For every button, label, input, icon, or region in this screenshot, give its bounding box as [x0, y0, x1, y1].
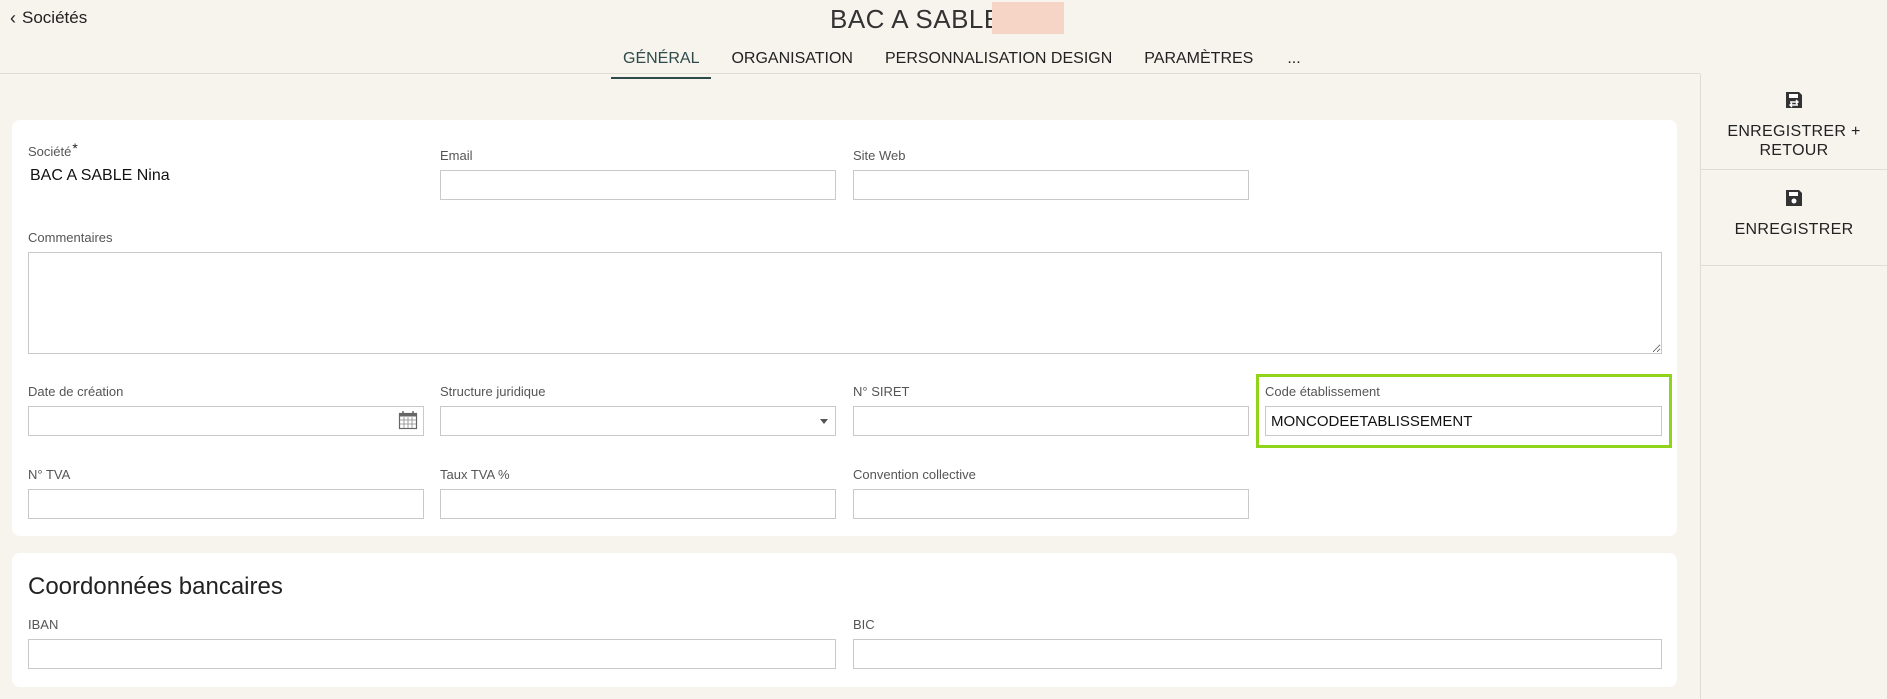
- code-etablissement-highlight: [1256, 374, 1672, 448]
- required-mark: *: [72, 140, 78, 156]
- tab-more[interactable]: ...: [1273, 48, 1312, 79]
- commentaires-field: Commentaires: [28, 230, 1662, 359]
- date-creation-input[interactable]: [28, 406, 424, 436]
- iban-input[interactable]: [28, 639, 836, 669]
- general-info-card: Société* BAC A SABLE Nina Email Site Web…: [12, 120, 1677, 536]
- convention-label: Convention collective: [853, 467, 976, 482]
- commentaires-textarea[interactable]: [28, 252, 1662, 354]
- tva-label: N° TVA: [28, 467, 71, 482]
- bank-details-card: Coordonnées bancaires IBAN BIC: [12, 553, 1677, 687]
- tab-personnalisation-design[interactable]: PERSONNALISATION DESIGN: [873, 48, 1124, 79]
- convention-field: Convention collective: [853, 467, 1249, 519]
- action-panel: ENREGISTRER + RETOUR ENREGISTRER: [1700, 74, 1887, 699]
- iban-label: IBAN: [28, 617, 59, 632]
- commentaires-label: Commentaires: [28, 230, 113, 245]
- save-icon: [1786, 190, 1802, 206]
- structure-juridique-label: Structure juridique: [440, 384, 546, 399]
- calendar-icon[interactable]: [398, 410, 418, 430]
- back-link-label: Sociétés: [22, 8, 88, 27]
- siret-field: N° SIRET: [853, 384, 1249, 436]
- iban-field: IBAN: [28, 617, 836, 669]
- site-web-input[interactable]: [853, 170, 1249, 200]
- save-return-label-1: ENREGISTRER +: [1727, 123, 1861, 140]
- siret-label: N° SIRET: [853, 384, 910, 399]
- email-input[interactable]: [440, 170, 836, 200]
- page-title: BAC A SABLE: [830, 4, 1002, 34]
- bic-label: BIC: [853, 617, 875, 632]
- email-label: Email: [440, 148, 473, 163]
- structure-juridique-field: Structure juridique: [440, 384, 836, 436]
- date-creation-label: Date de création: [28, 384, 124, 399]
- tab-parametres[interactable]: PARAMÈTRES: [1132, 48, 1265, 79]
- site-web-field: Site Web: [853, 148, 1249, 200]
- title-badge: [992, 2, 1064, 34]
- structure-juridique-select[interactable]: [440, 406, 836, 436]
- email-field: Email: [440, 148, 836, 200]
- structure-juridique-value: [440, 406, 836, 436]
- tva-field: N° TVA: [28, 467, 424, 519]
- bank-section-title: Coordonnées bancaires: [28, 573, 283, 600]
- taux-tva-label: Taux TVA %: [440, 467, 510, 482]
- societe-field: Société* BAC A SABLE Nina: [28, 140, 424, 185]
- save-label: ENREGISTRER: [1734, 221, 1854, 238]
- societe-label: Société: [28, 144, 72, 159]
- tva-input[interactable]: [28, 489, 424, 519]
- convention-input[interactable]: [853, 489, 1249, 519]
- save-return-icon: [1786, 92, 1802, 108]
- save-and-return-button[interactable]: ENREGISTRER + RETOUR: [1701, 74, 1887, 170]
- tab-general[interactable]: GÉNÉRAL: [611, 48, 712, 79]
- site-web-label: Site Web: [853, 148, 906, 163]
- date-creation-field: Date de création: [28, 384, 424, 436]
- siret-input[interactable]: [853, 406, 1249, 436]
- save-return-label-2: RETOUR: [1759, 142, 1829, 159]
- taux-tva-input[interactable]: [440, 489, 836, 519]
- bic-field: BIC: [853, 617, 1662, 669]
- tab-bar: GÉNÉRAL ORGANISATION PERSONNALISATION DE…: [611, 48, 1321, 79]
- taux-tva-field: Taux TVA %: [440, 467, 836, 519]
- top-bar: ‹ Sociétés BAC A SABLE GÉNÉRAL ORGANISAT…: [0, 0, 1700, 79]
- dropdown-arrow-icon: [820, 419, 828, 424]
- save-button[interactable]: ENREGISTRER: [1701, 170, 1887, 266]
- societe-value: BAC A SABLE Nina: [30, 167, 170, 184]
- chevron-left-icon: ‹: [10, 8, 16, 28]
- tab-organisation[interactable]: ORGANISATION: [719, 48, 865, 79]
- bic-input[interactable]: [853, 639, 1662, 669]
- back-link[interactable]: ‹ Sociétés: [10, 8, 87, 28]
